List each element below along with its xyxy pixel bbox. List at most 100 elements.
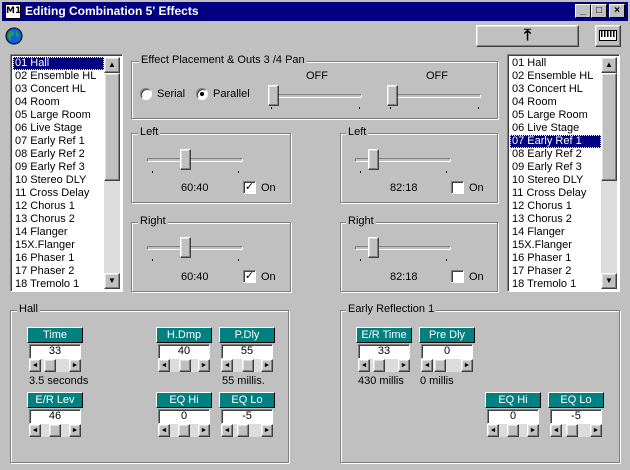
param-scrollbar[interactable]: ◄ ►: [158, 359, 210, 372]
slider-thumb[interactable]: [368, 237, 379, 258]
increment-button[interactable]: ►: [527, 424, 539, 437]
effect1-listbox[interactable]: 01 Hall 02 Ensemble HL 03 Concert HL 04 Roo…: [10, 54, 123, 292]
list-item[interactable]: 14 Flanger: [510, 226, 601, 239]
param-value[interactable]: -5: [550, 409, 602, 424]
scroll-up-button[interactable]: ▲: [601, 57, 617, 73]
fx1-right-slider[interactable]: [147, 234, 243, 262]
scroll-down-button[interactable]: ▼: [104, 273, 120, 289]
list-item[interactable]: 17 Phaser 2: [13, 265, 104, 278]
hall-eqlo-param[interactable]: EQ Lo -5 ◄ ►: [219, 392, 275, 438]
slider-thumb[interactable]: [387, 85, 398, 106]
hall-eqhi-param[interactable]: EQ Hi 0 ◄ ►: [156, 392, 212, 438]
checkbox-box[interactable]: ✓: [243, 270, 256, 283]
list-item[interactable]: 02 Ensemble HL: [13, 70, 104, 83]
slider-thumb[interactable]: [180, 149, 191, 170]
list-item[interactable]: 14 Flanger: [13, 226, 104, 239]
param-value[interactable]: 46: [29, 409, 81, 424]
list-item[interactable]: 07 Early Ref 1: [510, 135, 601, 148]
parallel-radio-circle[interactable]: [196, 88, 208, 100]
increment-button[interactable]: ►: [69, 359, 81, 372]
list-item[interactable]: 05 Large Room: [510, 109, 601, 122]
fx2-left-on-checkbox[interactable]: On: [451, 181, 484, 194]
serial-radio[interactable]: Serial: [140, 88, 185, 100]
upload-button[interactable]: ⤒: [476, 25, 579, 47]
param-thumb[interactable]: [566, 424, 578, 437]
increment-button[interactable]: ►: [261, 424, 273, 437]
effect2-listbox[interactable]: 01 Hall 02 Ensemble HL 03 Concert HL 04 Roo…: [507, 54, 620, 292]
fx2-left-slider[interactable]: [355, 146, 451, 174]
serial-radio-circle[interactable]: [140, 88, 152, 100]
param-thumb[interactable]: [49, 424, 61, 437]
param-value[interactable]: 0: [421, 344, 473, 359]
hall-time-param[interactable]: Time 33 ◄ ►: [27, 327, 83, 373]
param-thumb[interactable]: [179, 359, 191, 372]
hall-hdmp-param[interactable]: H.Dmp 40 ◄ ►: [156, 327, 212, 373]
slider-thumb[interactable]: [368, 149, 379, 170]
increment-button[interactable]: ►: [198, 424, 210, 437]
decrement-button[interactable]: ◄: [29, 424, 41, 437]
param-scrollbar[interactable]: ◄ ►: [358, 359, 410, 372]
list-item[interactable]: 01 Hall: [13, 57, 104, 70]
pan1-slider[interactable]: [268, 82, 362, 110]
param-thumb[interactable]: [44, 359, 56, 372]
keyboard-button[interactable]: [595, 25, 621, 47]
slider-thumb[interactable]: [180, 237, 191, 258]
pre-dly-param[interactable]: Pre Dly 0 ◄ ►: [419, 327, 475, 373]
list-item[interactable]: 07 Early Ref 1: [13, 135, 104, 148]
param-scrollbar[interactable]: ◄ ►: [29, 359, 81, 372]
increment-button[interactable]: ►: [461, 359, 473, 372]
list-item[interactable]: 13 Chorus 2: [510, 213, 601, 226]
scroll-thumb[interactable]: [601, 73, 617, 181]
list-item[interactable]: 03 Concert HL: [510, 83, 601, 96]
hall-pdly-param[interactable]: P.Dly 55 ◄ ►: [219, 327, 275, 373]
list-item[interactable]: 04 Room: [510, 96, 601, 109]
param-value[interactable]: 0: [487, 409, 539, 424]
list-item[interactable]: 06 Live Stage: [13, 122, 104, 135]
param-thumb[interactable]: [434, 359, 446, 372]
increment-button[interactable]: ►: [398, 359, 410, 372]
param-value[interactable]: 33: [358, 344, 410, 359]
er-eqlo-param[interactable]: EQ Lo -5 ◄ ►: [548, 392, 604, 438]
list-item[interactable]: 11 Cross Delay: [13, 187, 104, 200]
close-button[interactable]: ×: [609, 4, 625, 18]
fx1-right-on-checkbox[interactable]: ✓ On: [243, 270, 276, 283]
param-value[interactable]: 33: [29, 344, 81, 359]
list-item[interactable]: 01 Hall: [510, 57, 601, 70]
list-item[interactable]: 18 Tremolo 1: [510, 278, 601, 289]
checkbox-box[interactable]: ✓: [243, 181, 256, 194]
list-item[interactable]: 03 Concert HL: [13, 83, 104, 96]
list-item[interactable]: 10 Stereo DLY: [510, 174, 601, 187]
list-item[interactable]: 11 Cross Delay: [510, 187, 601, 200]
app-icon[interactable]: M1: [5, 4, 21, 19]
list-item[interactable]: 17 Phaser 2: [510, 265, 601, 278]
param-thumb[interactable]: [507, 424, 519, 437]
list-item[interactable]: 15X.Flanger: [510, 239, 601, 252]
param-scrollbar[interactable]: ◄ ►: [550, 424, 602, 437]
minimize-button[interactable]: _: [575, 4, 591, 18]
fx1-left-slider[interactable]: [147, 146, 243, 174]
hall-erlev-param[interactable]: E/R Lev 46 ◄ ►: [27, 392, 83, 438]
decrement-button[interactable]: ◄: [550, 424, 562, 437]
increment-button[interactable]: ►: [261, 359, 273, 372]
increment-button[interactable]: ►: [198, 359, 210, 372]
checkbox-box[interactable]: [451, 270, 464, 283]
list-item[interactable]: 16 Phaser 1: [13, 252, 104, 265]
list-item[interactable]: 06 Live Stage: [510, 122, 601, 135]
scroll-thumb[interactable]: [104, 73, 120, 181]
list-item[interactable]: 08 Early Ref 2: [510, 148, 601, 161]
decrement-button[interactable]: ◄: [358, 359, 370, 372]
er-time-param[interactable]: E/R Time 33 ◄ ►: [356, 327, 412, 373]
param-value[interactable]: -5: [221, 409, 273, 424]
param-scrollbar[interactable]: ◄ ►: [421, 359, 473, 372]
scroll-down-button[interactable]: ▼: [601, 273, 617, 289]
title-bar[interactable]: M1 Editing Combination 5' Effects _ □ ×: [2, 2, 628, 21]
param-thumb[interactable]: [237, 424, 249, 437]
decrement-button[interactable]: ◄: [487, 424, 499, 437]
effect1-scrollbar[interactable]: ▲ ▼: [104, 57, 120, 289]
list-item[interactable]: 18 Tremolo 1: [13, 278, 104, 289]
list-item[interactable]: 12 Chorus 1: [13, 200, 104, 213]
param-value[interactable]: 0: [158, 409, 210, 424]
maximize-button[interactable]: □: [591, 4, 607, 18]
list-item[interactable]: 02 Ensemble HL: [510, 70, 601, 83]
fx2-right-slider[interactable]: [355, 234, 451, 262]
